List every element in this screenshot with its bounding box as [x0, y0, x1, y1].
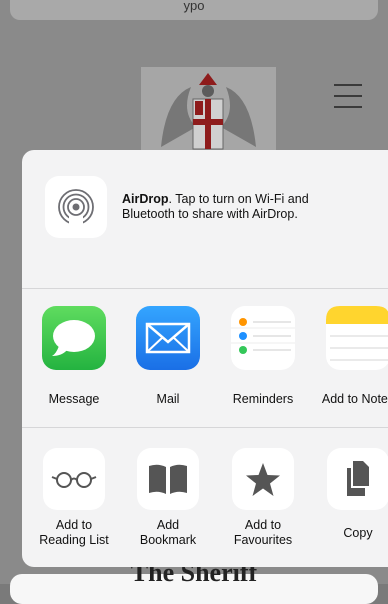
messages-icon[interactable]: [42, 306, 106, 370]
menu-icon[interactable]: [334, 84, 362, 108]
action-label-line1: Add to: [55, 518, 93, 532]
bookmark-icon[interactable]: [137, 448, 199, 510]
app-label: Reminders: [232, 392, 294, 406]
star-icon[interactable]: [232, 448, 294, 510]
action-label-line1: Add to: [244, 518, 282, 532]
reminders-icon[interactable]: [231, 306, 295, 370]
copy-icon[interactable]: [327, 448, 388, 510]
app-notes[interactable]: Add to Notes: [313, 306, 388, 406]
app-label: Message: [48, 392, 100, 406]
airdrop-section[interactable]: AirDrop. Tap to turn on Wi-Fi and Blueto…: [22, 150, 388, 288]
app-label: Mail: [156, 392, 180, 406]
actions-row: Add to Reading List Add Bookmark Add to …: [22, 428, 388, 567]
action-favourites[interactable]: Add to Favourites: [218, 448, 308, 548]
airdrop-message: AirDrop. Tap to turn on Wi-Fi and Blueto…: [122, 192, 362, 222]
airdrop-icon[interactable]: [45, 176, 107, 238]
action-label: Add Bookmark: [123, 518, 213, 548]
action-label-line2: Favourites: [233, 533, 293, 547]
action-label-line2: Bookmark: [139, 533, 197, 547]
url-text: ypo: [183, 0, 205, 13]
action-label-line1: Add: [156, 518, 180, 532]
reading-list-icon[interactable]: [43, 448, 105, 510]
crest-logo: [141, 67, 276, 155]
apps-row: Message Mail Reminders Add to Notes: [22, 289, 388, 429]
app-message[interactable]: Message: [29, 306, 119, 406]
notes-icon[interactable]: [326, 306, 388, 370]
action-copy[interactable]: Copy: [313, 448, 388, 541]
action-reading-list[interactable]: Add to Reading List: [29, 448, 119, 548]
mail-icon[interactable]: [136, 306, 200, 370]
app-reminders[interactable]: Reminders: [218, 306, 308, 406]
action-bookmark[interactable]: Add Bookmark: [123, 448, 213, 548]
url-bar[interactable]: ypo: [10, 0, 378, 20]
action-label: Add to Favourites: [218, 518, 308, 548]
app-mail[interactable]: Mail: [123, 306, 213, 406]
action-label-line2: Reading List: [39, 533, 109, 547]
action-label: Add to Reading List: [29, 518, 119, 548]
share-sheet: AirDrop. Tap to turn on Wi-Fi and Blueto…: [22, 150, 388, 567]
action-label-line1: Copy: [343, 526, 373, 540]
airdrop-title: AirDrop: [122, 192, 169, 206]
action-label: Copy: [313, 526, 388, 541]
app-label: Add to Notes: [321, 392, 388, 406]
